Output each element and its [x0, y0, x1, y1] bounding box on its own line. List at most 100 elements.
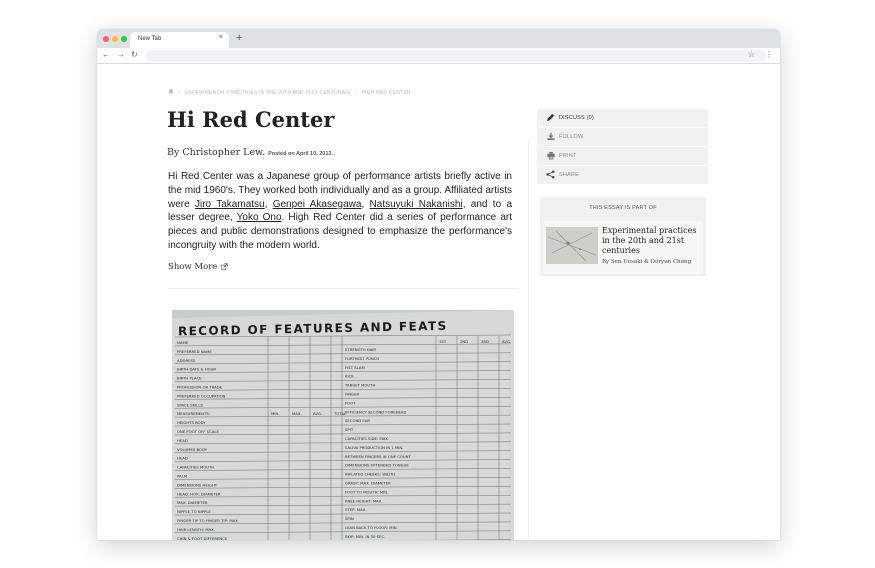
printer-icon [547, 151, 555, 160]
form-right-row-label: FOOT TO MOUTH: MIN. [345, 489, 388, 494]
breadcrumb-current: HIGH RED CENTER [361, 90, 411, 96]
collection-title: Experimental practices in the 20th and 2… [602, 226, 697, 255]
share-icon [546, 170, 555, 179]
pencil-icon [546, 113, 555, 122]
artist-link-yoko-ono[interactable]: Yoko Ono [237, 212, 282, 223]
download-icon [547, 132, 555, 141]
part-of-heading: THIS ESSAY IS PART OF [589, 205, 657, 211]
form-right-row-label: KNEE HEIGHT: MAX. [345, 498, 383, 503]
form-left-row-label: PROFESSION OR TRADE [177, 385, 223, 390]
artist-link-natsuyuki-nakanishi[interactable]: Natsuyuki Nakanishi [370, 199, 463, 210]
form-left-row-label: HEIGHTS BODY [177, 420, 206, 425]
reload-icon[interactable]: ↻ [131, 50, 138, 59]
form-right-row-label: SALIVA PRODUCTION IN 1 MIN. [345, 445, 403, 450]
form-left-row-label: PALM [177, 474, 187, 479]
form-right-row-label: BETWEEN FINGERS IN ONE COUNT [345, 454, 412, 459]
form-left-row-label: HEAD: HOR. DIAMETER [177, 491, 221, 496]
form-right-row-label: KICK [345, 374, 354, 379]
form-left-row-label: MEASUREMENTS: [177, 411, 210, 416]
form-left-row-label: BIRTH PLACE [177, 376, 202, 381]
breadcrumb: › EXPERIMENTAL PRACTICES IN THE 20TH AND… [168, 88, 414, 96]
byline: By Christopher Lew. Posted on April 10, 2… [167, 147, 333, 158]
intro-separator: , [264, 198, 273, 210]
form-right-row-label: GRASP: MAX. DIAMETER [345, 481, 391, 486]
form-left-row-label: SPACE SKILLS [177, 402, 203, 407]
print-button[interactable]: PRINT [537, 147, 708, 165]
discuss-label: DISCUSS (0) [559, 115, 594, 121]
bookmark-star-icon[interactable]: ☆ [748, 50, 755, 59]
forward-icon[interactable]: → [117, 50, 125, 59]
form-left-column-label: AVG. [313, 411, 322, 416]
record-of-features-photo[interactable]: RECORD OF FEATURES AND FEATS NAME PREFERR… [172, 310, 514, 540]
external-link-icon [221, 263, 228, 270]
discuss-button[interactable]: DISCUSS (0) [537, 109, 708, 127]
collection-thumbnail [546, 227, 598, 264]
form-right-row-label: SKIP: MIN. IN 30 SEC. [345, 534, 385, 539]
author-name: By Christopher Lew. [167, 147, 266, 158]
maximize-window-button[interactable] [121, 36, 127, 42]
column-divider [528, 139, 529, 540]
form-left-row-label: ONE FOOT OFF SCALE [177, 429, 219, 434]
form-left-row-label: PREFERRED NAME [177, 349, 212, 354]
form-left-column-label: TOTAL [333, 411, 347, 416]
show-more-button[interactable]: Show More [168, 262, 228, 272]
intro-separator: , [361, 198, 370, 210]
collection-link[interactable]: Experimental practices in the 20th and 2… [543, 221, 703, 274]
form-right-row-label: FOOT [345, 400, 356, 405]
form-right-row-label: INFLATED CHEEKS: WIDTH [345, 472, 395, 477]
artist-link-jiro-takamatsu[interactable]: Jiro Takamatsu [195, 199, 265, 210]
home-icon[interactable] [168, 88, 176, 96]
tab-strip: New Tab × + [97, 29, 780, 48]
form-left-row-label: VOLUMES BODY [177, 447, 208, 452]
form-right-row-label: SPIT [345, 427, 354, 432]
form-right-row-label: FURTHEST PUNCH [345, 356, 379, 361]
form-left-row-label: NIPPLE TO NIPPLE [177, 509, 211, 514]
form-right-row-label: SECOND EAR [345, 418, 370, 423]
share-label: SHARE [559, 172, 579, 178]
back-icon[interactable]: ← [102, 50, 110, 59]
page-content: › EXPERIMENTAL PRACTICES IN THE 20TH AND… [97, 65, 780, 540]
address-bar[interactable] [146, 50, 766, 62]
form-right-column-label: 2ND [460, 339, 468, 344]
browser-menu-icon[interactable]: ⋮ [765, 50, 773, 59]
browser-window: New Tab × + ← → ↻ ☆ ⋮ › EXPERIMENTAL PRA… [97, 29, 780, 540]
section-divider [168, 288, 519, 289]
form-left-row-label: HAIR LENGTH: MAX. [177, 527, 215, 532]
form-left-row-label: PREFERRED OCCUPATION [177, 393, 226, 398]
form-left-row-label: NAME [177, 340, 189, 345]
form-right-row-label: EFFICIENCY SECOND FOREHEAD [345, 409, 406, 414]
form-right-row-label: DIMENSIONS EXTENDED TONGUE [345, 463, 409, 468]
form-left-row-label: HEAD [177, 438, 188, 443]
tab-close-icon[interactable]: × [219, 34, 223, 41]
form-left-row-label: CAPACITIES MOUTH [177, 465, 214, 470]
form-left-row-label: BIRTH DATE & HOUR [177, 367, 216, 372]
form-left-column-label: MAX. [292, 411, 302, 416]
print-label: PRINT [559, 153, 577, 159]
follow-button[interactable]: FOLLOW [537, 128, 708, 146]
form-right-row-label: FINGER [345, 392, 359, 397]
form-right-column-label: 1ST [439, 339, 447, 344]
breadcrumb-separator: › [178, 90, 181, 96]
form-right-column-label: 3RD [481, 339, 489, 344]
new-tab-button[interactable]: + [236, 32, 242, 44]
close-window-button[interactable] [103, 36, 109, 42]
form-left-row-label: ADDRESS [177, 358, 196, 363]
form-right-row-label: STEP: MAX. [345, 507, 367, 512]
essay-intro: Hi Red Center was a Japanese group of pe… [168, 170, 512, 253]
form-left-row-label: CHIN & FOOT DIFFERENCE [177, 536, 228, 540]
form-right-row-label: CAPACITIES SIDE: MAX. [345, 436, 389, 441]
form-left-row-label: FINGER TIP TO FINGER TIP: MAX. [177, 518, 239, 523]
browser-tab[interactable]: New Tab × [130, 32, 229, 48]
minimize-window-button[interactable] [112, 36, 118, 42]
browser-toolbar: ← → ↻ ☆ ⋮ [97, 48, 780, 64]
share-button[interactable]: SHARE [537, 166, 708, 184]
form-left-row-label: MAX. DIAMETER [177, 500, 208, 505]
breadcrumb-link-collection[interactable]: EXPERIMENTAL PRACTICES IN THE 20TH AND 2… [185, 90, 350, 96]
posted-date: Posted on April 10, 2013. [268, 151, 333, 157]
form-left-row-label: HEAD [177, 456, 188, 461]
show-more-label: Show More [168, 262, 218, 272]
part-of-collection-card: THIS ESSAY IS PART OF Experimental pract… [540, 197, 706, 276]
form-right-row-label: LEAN BACK TO FLOOR: MIN. [345, 525, 398, 530]
collection-authors: By Sen Uesaki & Doryun Chong [602, 259, 692, 265]
artist-link-genpei-akasegawa[interactable]: Genpei Akasegawa [273, 199, 362, 210]
